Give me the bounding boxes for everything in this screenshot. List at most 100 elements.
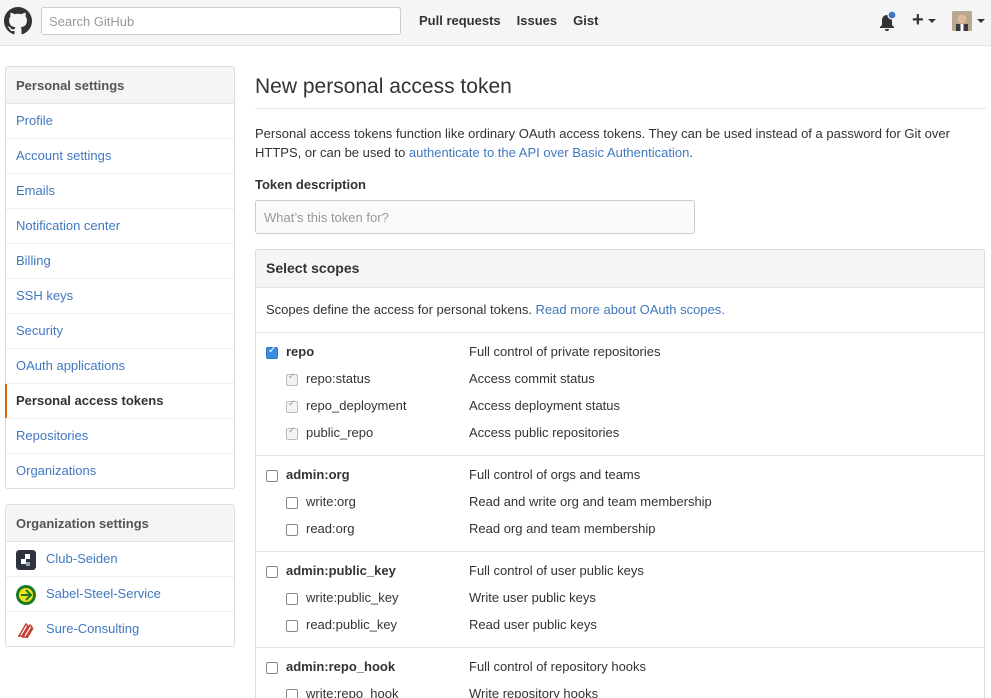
scope-description: Access deployment status bbox=[469, 398, 621, 413]
avatar[interactable] bbox=[952, 11, 972, 31]
scope-checkbox[interactable] bbox=[266, 345, 278, 359]
sidebar-item-club-seiden[interactable]: Club-Seiden bbox=[6, 542, 234, 577]
organization-settings-menu: Organization settings Club-Seiden Sabel-… bbox=[5, 504, 235, 647]
scope-row-child: write:public_key Write user public keys bbox=[256, 588, 984, 615]
search-input[interactable] bbox=[41, 7, 401, 35]
divider bbox=[255, 108, 986, 109]
scope-group: admin:org Full control of orgs and teams w… bbox=[256, 456, 984, 552]
scope-name[interactable]: read:public_key bbox=[306, 617, 397, 632]
scope-row-child: write:org Read and write org and team mem… bbox=[256, 492, 984, 519]
sidebar-item-account-settings[interactable]: Account settings bbox=[6, 139, 234, 174]
sidebar-item-sure-consulting[interactable]: Sure-Consulting bbox=[6, 612, 234, 647]
personal-settings-menu: Personal settings Profile Account settin… bbox=[5, 66, 235, 489]
scope-checkbox[interactable] bbox=[286, 689, 298, 698]
scope-checkbox[interactable] bbox=[286, 426, 298, 440]
sabel-steel-logo-icon bbox=[16, 585, 36, 605]
intro-paragraph: Personal access tokens function like ord… bbox=[255, 124, 980, 162]
sidebar-item-profile[interactable]: Profile bbox=[6, 104, 234, 139]
chevron-down-icon[interactable] bbox=[928, 19, 936, 23]
scope-row-child: repo:status Access commit status bbox=[256, 369, 984, 396]
scope-group: admin:repo_hook Full control of repositor… bbox=[256, 648, 984, 698]
scope-row-parent: admin:public_key Full control of user pub… bbox=[256, 561, 984, 588]
scope-checkbox[interactable] bbox=[286, 372, 298, 386]
scope-row-child: read:public_key Read user public keys bbox=[256, 615, 984, 642]
nav-pull-requests[interactable]: Pull requests bbox=[419, 13, 501, 28]
sure-consulting-logo-icon bbox=[17, 622, 34, 639]
scope-description: Write user public keys bbox=[469, 590, 596, 605]
bell-icon[interactable] bbox=[878, 11, 896, 33]
scope-row-child: write:repo_hook Write repository hooks bbox=[256, 684, 984, 698]
scope-description: Full control of repository hooks bbox=[469, 659, 647, 674]
scope-row-parent: admin:org Full control of orgs and teams bbox=[256, 465, 984, 492]
personal-settings-heading: Personal settings bbox=[6, 67, 234, 104]
page-title: New personal access token bbox=[255, 75, 512, 98]
scopes-heading: Select scopes bbox=[256, 250, 984, 288]
oauth-scopes-link[interactable]: Read more about OAuth scopes. bbox=[536, 302, 725, 317]
scope-name[interactable]: write:org bbox=[306, 494, 356, 509]
sidebar-item-personal-access-tokens[interactable]: Personal access tokens bbox=[5, 384, 234, 419]
scope-checkbox[interactable] bbox=[286, 524, 298, 536]
sidebar-item-sabel-steel-service[interactable]: Sabel-Steel-Service bbox=[6, 577, 234, 612]
org-label: Club-Seiden bbox=[46, 551, 118, 566]
org-label: Sabel-Steel-Service bbox=[46, 586, 161, 601]
scope-row-child: repo_deployment Access deployment status bbox=[256, 396, 984, 423]
sidebar-item-notification-center[interactable]: Notification center bbox=[6, 209, 234, 244]
scope-name[interactable]: read:org bbox=[306, 521, 354, 536]
scope-description: Full control of user public keys bbox=[469, 563, 644, 578]
scope-row-child: read:org Read org and team membership bbox=[256, 519, 984, 546]
sidebar-item-emails[interactable]: Emails bbox=[6, 174, 234, 209]
scope-name[interactable]: repo_deployment bbox=[306, 398, 406, 413]
scope-name[interactable]: write:repo_hook bbox=[306, 686, 399, 698]
scope-group: admin:public_key Full control of user pub… bbox=[256, 552, 984, 648]
plus-icon[interactable]: + bbox=[912, 10, 924, 30]
token-description-input[interactable] bbox=[255, 200, 695, 234]
scope-checkbox[interactable] bbox=[286, 399, 298, 413]
sidebar-item-oauth-applications[interactable]: OAuth applications bbox=[6, 349, 234, 384]
sidebar-item-repositories[interactable]: Repositories bbox=[6, 419, 234, 454]
scope-row-child: public_repo Access public repositories bbox=[256, 423, 984, 450]
sidebar-item-ssh-keys[interactable]: SSH keys bbox=[6, 279, 234, 314]
nav-gist[interactable]: Gist bbox=[573, 13, 598, 28]
scope-name[interactable]: write:public_key bbox=[306, 590, 399, 605]
scope-checkbox[interactable] bbox=[266, 470, 278, 482]
sidebar-item-security[interactable]: Security bbox=[6, 314, 234, 349]
scope-checkbox[interactable] bbox=[286, 593, 298, 605]
scope-group: repo Full control of private repositories… bbox=[256, 333, 984, 456]
scope-row-parent: admin:repo_hook Full control of repositor… bbox=[256, 657, 984, 684]
scope-checkbox[interactable] bbox=[286, 620, 298, 632]
scope-name[interactable]: admin:repo_hook bbox=[286, 659, 395, 674]
scopes-note-text: Scopes define the access for personal to… bbox=[266, 302, 536, 317]
club-seiden-logo-icon bbox=[16, 550, 36, 570]
notification-dot-icon bbox=[887, 11, 896, 20]
scope-name[interactable]: repo bbox=[286, 344, 314, 359]
org-label: Sure-Consulting bbox=[46, 621, 140, 636]
top-header: Pull requests Issues Gist + bbox=[0, 0, 991, 46]
scope-name[interactable]: repo:status bbox=[306, 371, 370, 386]
scopes-note: Scopes define the access for personal to… bbox=[256, 288, 984, 333]
scope-description: Read org and team membership bbox=[469, 521, 656, 536]
github-logo-icon[interactable] bbox=[4, 7, 32, 35]
scope-name[interactable]: admin:public_key bbox=[286, 563, 396, 578]
chevron-down-icon[interactable] bbox=[977, 19, 985, 23]
scope-description: Read user public keys bbox=[469, 617, 597, 632]
scope-description: Access commit status bbox=[469, 371, 595, 386]
scope-checkbox[interactable] bbox=[266, 662, 278, 674]
sidebar-item-billing[interactable]: Billing bbox=[6, 244, 234, 279]
scope-description: Access public repositories bbox=[469, 425, 620, 440]
scope-description: Full control of private repositories bbox=[469, 344, 661, 359]
top-nav: Pull requests Issues Gist bbox=[419, 13, 598, 28]
scope-name[interactable]: admin:org bbox=[286, 467, 350, 482]
sidebar-item-organizations[interactable]: Organizations bbox=[6, 454, 234, 489]
scope-checkbox[interactable] bbox=[266, 566, 278, 578]
token-description-label: Token description bbox=[255, 177, 366, 192]
scopes-box: Select scopes Scopes define the access f… bbox=[255, 249, 985, 698]
intro-end: . bbox=[689, 145, 693, 160]
scope-description: Read and write org and team membership bbox=[469, 494, 712, 509]
scope-row-parent: repo Full control of private repositories bbox=[256, 342, 984, 369]
scope-groups: repo Full control of private repositories… bbox=[256, 333, 984, 698]
scope-description: Write repository hooks bbox=[469, 686, 599, 698]
nav-issues[interactable]: Issues bbox=[517, 13, 557, 28]
basic-auth-link[interactable]: authenticate to the API over Basic Authe… bbox=[409, 145, 689, 160]
scope-checkbox[interactable] bbox=[286, 497, 298, 509]
scope-name[interactable]: public_repo bbox=[306, 425, 373, 440]
